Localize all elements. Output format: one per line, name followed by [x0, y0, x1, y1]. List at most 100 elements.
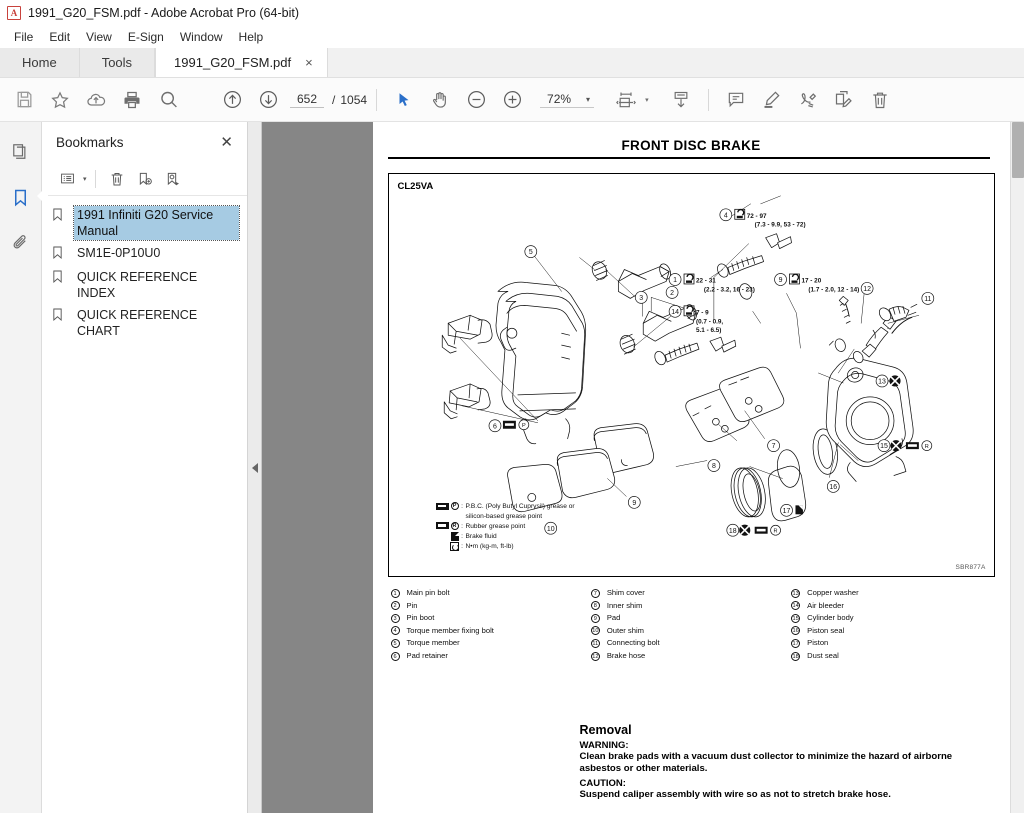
- tab-document[interactable]: 1991_G20_FSM.pdf ×: [155, 48, 328, 77]
- hand-tool-icon[interactable]: [422, 82, 458, 118]
- panel-collapse-handle[interactable]: [248, 122, 262, 813]
- signature-icon[interactable]: [790, 82, 826, 118]
- bookmark-icon: [52, 270, 70, 288]
- svg-text:15: 15: [880, 443, 888, 450]
- svg-text:4: 4: [723, 212, 727, 219]
- cloud-upload-icon[interactable]: [78, 82, 114, 118]
- part-name: Torque member fixing bolt: [406, 625, 494, 635]
- chevron-down-icon[interactable]: ▾: [83, 175, 87, 183]
- menu-view[interactable]: View: [78, 28, 120, 46]
- print-icon[interactable]: [114, 82, 150, 118]
- arrow-up-circle-icon[interactable]: [214, 82, 250, 118]
- menu-esign[interactable]: E-Sign: [120, 28, 172, 46]
- svg-text:R: R: [773, 529, 777, 535]
- menu-edit[interactable]: Edit: [41, 28, 78, 46]
- fluid-square-icon: [450, 531, 459, 541]
- trash-icon[interactable]: [104, 167, 130, 191]
- circled-number: 7: [590, 588, 600, 598]
- close-icon[interactable]: ✕: [220, 135, 233, 150]
- scroll-mode-icon[interactable]: [663, 82, 699, 118]
- scrollbar-thumb[interactable]: [1012, 122, 1024, 178]
- arrow-down-circle-icon[interactable]: [250, 82, 286, 118]
- bookmarks-panel: Bookmarks ✕ ▾ 1991 Infiniti G20 Service …: [42, 122, 248, 813]
- trash-icon[interactable]: [862, 82, 898, 118]
- acrobat-icon: A: [7, 6, 21, 20]
- bookmark-item-label: SM1E-0P10U0: [77, 246, 161, 260]
- circled-number: 18: [791, 651, 801, 661]
- svg-text:14: 14: [671, 309, 679, 316]
- document-viewport[interactable]: FRONT DISC BRAKE CL25VA SBR877A 5 3 2 6 …: [262, 122, 1010, 813]
- new-bookmark-icon[interactable]: [132, 167, 158, 191]
- menu-help[interactable]: Help: [231, 28, 272, 46]
- legend-row-1: R : Rubber grease point: [417, 521, 575, 532]
- legend-row-0: P : P.B.C. (Poly Butyl Cuprysil) grease …: [417, 502, 575, 521]
- bookmark-icon[interactable]: [6, 182, 48, 212]
- torque-value-9: 17 - 20: [801, 277, 821, 284]
- circled-number: 12: [590, 651, 600, 661]
- bookmark-icon: [52, 246, 70, 264]
- svg-text:P: P: [521, 423, 525, 429]
- pdf-page: FRONT DISC BRAKE CL25VA SBR877A 5 3 2 6 …: [372, 122, 1010, 813]
- page-title: FRONT DISC BRAKE: [621, 138, 761, 153]
- page-thumbnails-icon[interactable]: [6, 136, 36, 166]
- goto-bookmark-icon[interactable]: [160, 167, 186, 191]
- part-row: 17 Piston: [791, 637, 991, 650]
- zoom-level-control[interactable]: 72% ▾: [540, 91, 595, 108]
- page-number-input[interactable]: [290, 91, 324, 108]
- page-total: 1054: [340, 92, 368, 107]
- part-number: 10: [590, 625, 607, 638]
- window-title: 1991_G20_FSM.pdf - Adobe Acrobat Pro (64…: [28, 6, 299, 20]
- legend-colon: :: [461, 542, 463, 550]
- main-toolbar: / 1054 72% ▾ ▾: [0, 78, 1024, 122]
- bookmark-item-label: QUICK REFERENCE CHART: [77, 308, 198, 338]
- svg-text:2: 2: [670, 290, 674, 297]
- save-icon[interactable]: [6, 82, 42, 118]
- part-row: 8 Inner shim: [590, 600, 791, 613]
- fit-page-icon[interactable]: [608, 82, 644, 118]
- bookmark-item-3[interactable]: QUICK REFERENCE CHART: [42, 304, 247, 342]
- bookmark-item-2[interactable]: QUICK REFERENCE INDEX: [42, 266, 247, 304]
- circled-number: 17: [791, 638, 801, 648]
- circle-p-icon: P: [450, 502, 459, 511]
- main-area: Bookmarks ✕ ▾ 1991 Infiniti G20 Service …: [0, 122, 1024, 813]
- part-row: 9 Pad: [590, 612, 791, 625]
- circled-number: 6: [390, 651, 400, 661]
- title-rule: [387, 157, 990, 159]
- menu-window[interactable]: Window: [172, 28, 231, 46]
- part-number: 4: [390, 625, 407, 638]
- legend-text: P.B.C. (Poly Butyl Cuprysil) grease or s…: [466, 502, 575, 521]
- svg-text:13: 13: [878, 379, 886, 386]
- star-icon[interactable]: [42, 82, 78, 118]
- zoom-in-icon[interactable]: [494, 82, 530, 118]
- tab-tools[interactable]: Tools: [79, 48, 156, 77]
- list-options-icon[interactable]: [54, 167, 80, 191]
- torque-callouts: 4 72 - 97 (7.3 - 9.9, 53 - 72) 1 22 - 31: [668, 208, 859, 334]
- tab-home[interactable]: Home: [0, 48, 80, 77]
- highlighter-icon[interactable]: [754, 82, 790, 118]
- part-row: 4 Torque member fixing bolt: [390, 625, 591, 638]
- close-icon[interactable]: ×: [305, 55, 313, 70]
- torque-sub-4: (7.3 - 9.9, 53 - 72): [754, 222, 805, 229]
- bookmark-item-0[interactable]: 1991 Infiniti G20 Service Manual: [42, 204, 247, 242]
- fit-page-chevron-icon[interactable]: ▾: [645, 96, 649, 104]
- part-row: 14 Air bleeder: [791, 600, 991, 613]
- part-row: 6 Pad retainer: [390, 650, 591, 663]
- legend-colon: :: [461, 503, 463, 511]
- paperclip-icon[interactable]: [6, 228, 36, 258]
- circled-number: 2: [390, 601, 400, 611]
- document-scrollbar[interactable]: [1010, 122, 1024, 813]
- bookmarks-toolbar: ▾: [42, 162, 247, 196]
- zoom-out-icon[interactable]: [458, 82, 494, 118]
- svg-text:1: 1: [673, 277, 677, 284]
- chevron-down-icon[interactable]: ▾: [586, 95, 590, 104]
- torque-sub-9: (1.7 - 2.0, 12 - 14): [808, 286, 859, 293]
- search-icon[interactable]: [150, 82, 186, 118]
- menu-file[interactable]: File: [6, 28, 41, 46]
- circled-number: 10: [590, 626, 600, 636]
- grease-bar-icon: [436, 522, 449, 530]
- edit-pdf-icon[interactable]: [826, 82, 862, 118]
- cursor-arrow-icon[interactable]: [386, 82, 422, 118]
- toolbar-separator-1: [376, 88, 378, 111]
- bookmark-item-1[interactable]: SM1E-0P10U0: [42, 242, 247, 266]
- comment-icon[interactable]: [718, 82, 754, 118]
